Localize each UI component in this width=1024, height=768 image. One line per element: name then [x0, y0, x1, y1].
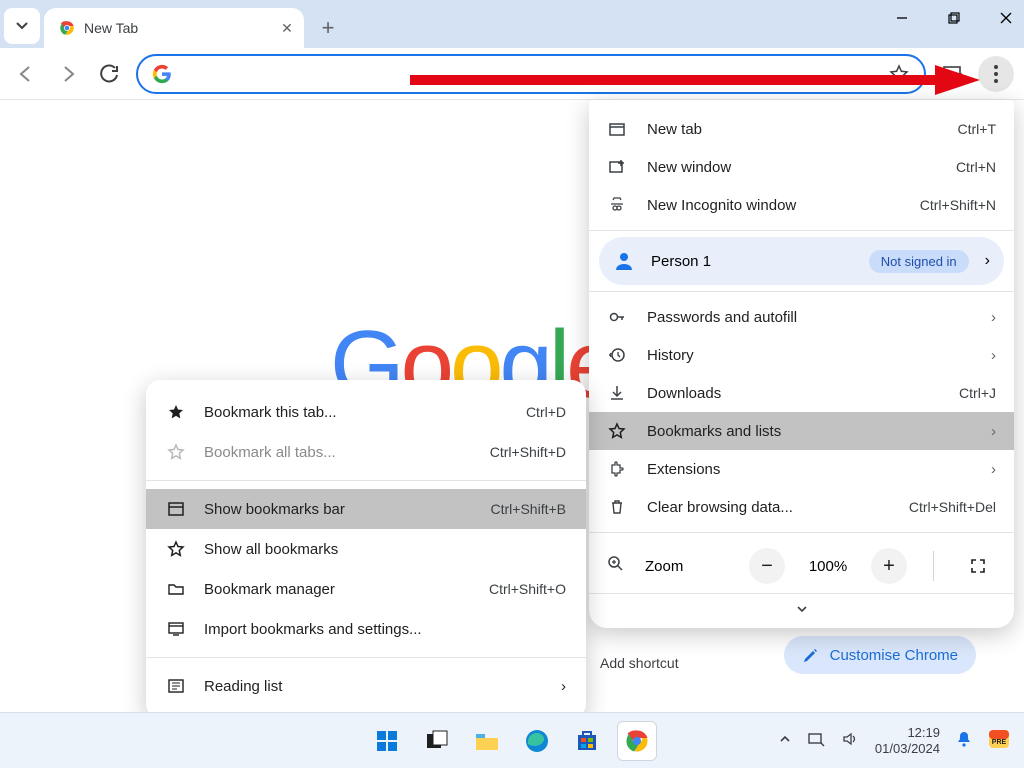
chevron-right-icon: ›	[991, 347, 996, 364]
toolbar	[0, 48, 1024, 100]
zoom-out-button[interactable]: −	[749, 548, 785, 584]
bookmarks-bar-icon	[166, 499, 186, 519]
pencil-icon	[802, 646, 820, 664]
submenu-reading-list[interactable]: Reading list ›	[146, 666, 586, 706]
submenu-bookmark-tab[interactable]: Bookmark this tab... Ctrl+D	[146, 392, 586, 432]
menu-bookmarks[interactable]: Bookmarks and lists ›	[589, 412, 1014, 450]
url-input[interactable]	[184, 65, 876, 82]
chrome-menu-button[interactable]	[978, 56, 1014, 92]
menu-history[interactable]: History ›	[589, 336, 1014, 374]
person-icon	[613, 250, 635, 272]
customise-chrome-button[interactable]: Customise Chrome	[784, 636, 976, 674]
trash-icon	[607, 497, 627, 517]
window-controls	[890, 6, 1018, 30]
menu-expand-button[interactable]	[589, 593, 1014, 623]
chevron-right-icon: ›	[991, 423, 996, 440]
bookmark-star-button[interactable]	[888, 63, 910, 85]
pre-badge-icon[interactable]: PRE	[988, 729, 1010, 752]
extension-icon	[607, 459, 627, 479]
reading-list-icon	[166, 676, 186, 696]
add-shortcut-label[interactable]: Add shortcut	[600, 655, 679, 671]
tray-clock[interactable]: 12:19 01/03/2024	[875, 725, 940, 756]
tab-title: New Tab	[84, 20, 270, 36]
menu-incognito[interactable]: New Incognito window Ctrl+Shift+N	[589, 186, 1014, 224]
start-button[interactable]	[367, 721, 407, 761]
forward-button[interactable]	[52, 58, 84, 90]
new-tab-button[interactable]: +	[312, 12, 344, 44]
menu-downloads[interactable]: Downloads Ctrl+J	[589, 374, 1014, 412]
volume-icon[interactable]	[841, 731, 859, 750]
chrome-main-menu: New tab Ctrl+T New window Ctrl+N New Inc…	[589, 100, 1014, 628]
minimize-button[interactable]	[890, 6, 914, 30]
edge-button[interactable]	[517, 721, 557, 761]
submenu-bookmark-manager[interactable]: Bookmark manager Ctrl+Shift+O	[146, 569, 586, 609]
menu-zoom: Zoom − 100% +	[589, 539, 1014, 593]
chevron-right-icon: ›	[991, 309, 996, 326]
import-icon	[166, 619, 186, 639]
star-icon	[607, 421, 627, 441]
menu-profile[interactable]: Person 1 Not signed in ›	[599, 237, 1004, 285]
zoom-value: 100%	[805, 558, 851, 575]
submenu-show-bookmarks-bar[interactable]: Show bookmarks bar Ctrl+Shift+B	[146, 489, 586, 529]
chevron-right-icon: ›	[991, 461, 996, 478]
tab-close-button[interactable]: ✕	[278, 19, 296, 37]
zoom-in-button[interactable]: +	[871, 548, 907, 584]
chrome-favicon-icon	[58, 19, 76, 37]
incognito-icon	[607, 195, 627, 215]
close-window-button[interactable]	[994, 6, 1018, 30]
folder-icon	[166, 579, 186, 599]
menu-new-tab[interactable]: New tab Ctrl+T	[589, 110, 1014, 148]
menu-extensions[interactable]: Extensions ›	[589, 450, 1014, 488]
submenu-show-all[interactable]: Show all bookmarks	[146, 529, 586, 569]
submenu-import[interactable]: Import bookmarks and settings...	[146, 609, 586, 649]
key-icon	[607, 307, 627, 327]
chrome-taskbar-button[interactable]	[617, 721, 657, 761]
titlebar: New Tab ✕ +	[0, 0, 1024, 48]
address-bar[interactable]	[136, 54, 926, 94]
zoom-icon	[607, 555, 625, 578]
star-icon	[166, 539, 186, 559]
history-icon	[607, 345, 627, 365]
fullscreen-button[interactable]	[960, 548, 996, 584]
windows-taskbar: 12:19 01/03/2024 PRE	[0, 712, 1024, 768]
star-icon	[166, 402, 186, 422]
tab-search-button[interactable]	[4, 8, 40, 44]
chevron-down-icon	[15, 19, 29, 33]
bookmarks-submenu: Bookmark this tab... Ctrl+D Bookmark all…	[146, 380, 586, 718]
install-app-icon[interactable]	[936, 58, 968, 90]
menu-passwords[interactable]: Passwords and autofill ›	[589, 298, 1014, 336]
store-button[interactable]	[567, 721, 607, 761]
file-explorer-button[interactable]	[467, 721, 507, 761]
chevron-right-icon: ›	[561, 678, 566, 695]
new-window-icon	[607, 157, 627, 177]
new-tab-icon	[607, 119, 627, 139]
tray-overflow-icon[interactable]	[779, 733, 791, 748]
notifications-icon[interactable]	[956, 730, 972, 751]
system-tray: 12:19 01/03/2024 PRE	[779, 725, 1010, 756]
taskbar-center	[367, 721, 657, 761]
google-g-icon	[152, 64, 172, 84]
back-button[interactable]	[10, 58, 42, 90]
not-signed-in-badge: Not signed in	[869, 250, 969, 273]
task-view-button[interactable]	[417, 721, 457, 761]
menu-clear-data[interactable]: Clear browsing data... Ctrl+Shift+Del	[589, 488, 1014, 526]
network-icon[interactable]	[807, 731, 825, 750]
svg-text:PRE: PRE	[992, 739, 1007, 746]
chevron-right-icon: ›	[985, 252, 990, 270]
maximize-button[interactable]	[942, 6, 966, 30]
submenu-bookmark-all: Bookmark all tabs... Ctrl+Shift+D	[146, 432, 586, 472]
menu-new-window[interactable]: New window Ctrl+N	[589, 148, 1014, 186]
download-icon	[607, 383, 627, 403]
reload-button[interactable]	[94, 58, 126, 90]
browser-tab[interactable]: New Tab ✕	[44, 8, 304, 48]
star-outline-icon	[166, 442, 186, 462]
